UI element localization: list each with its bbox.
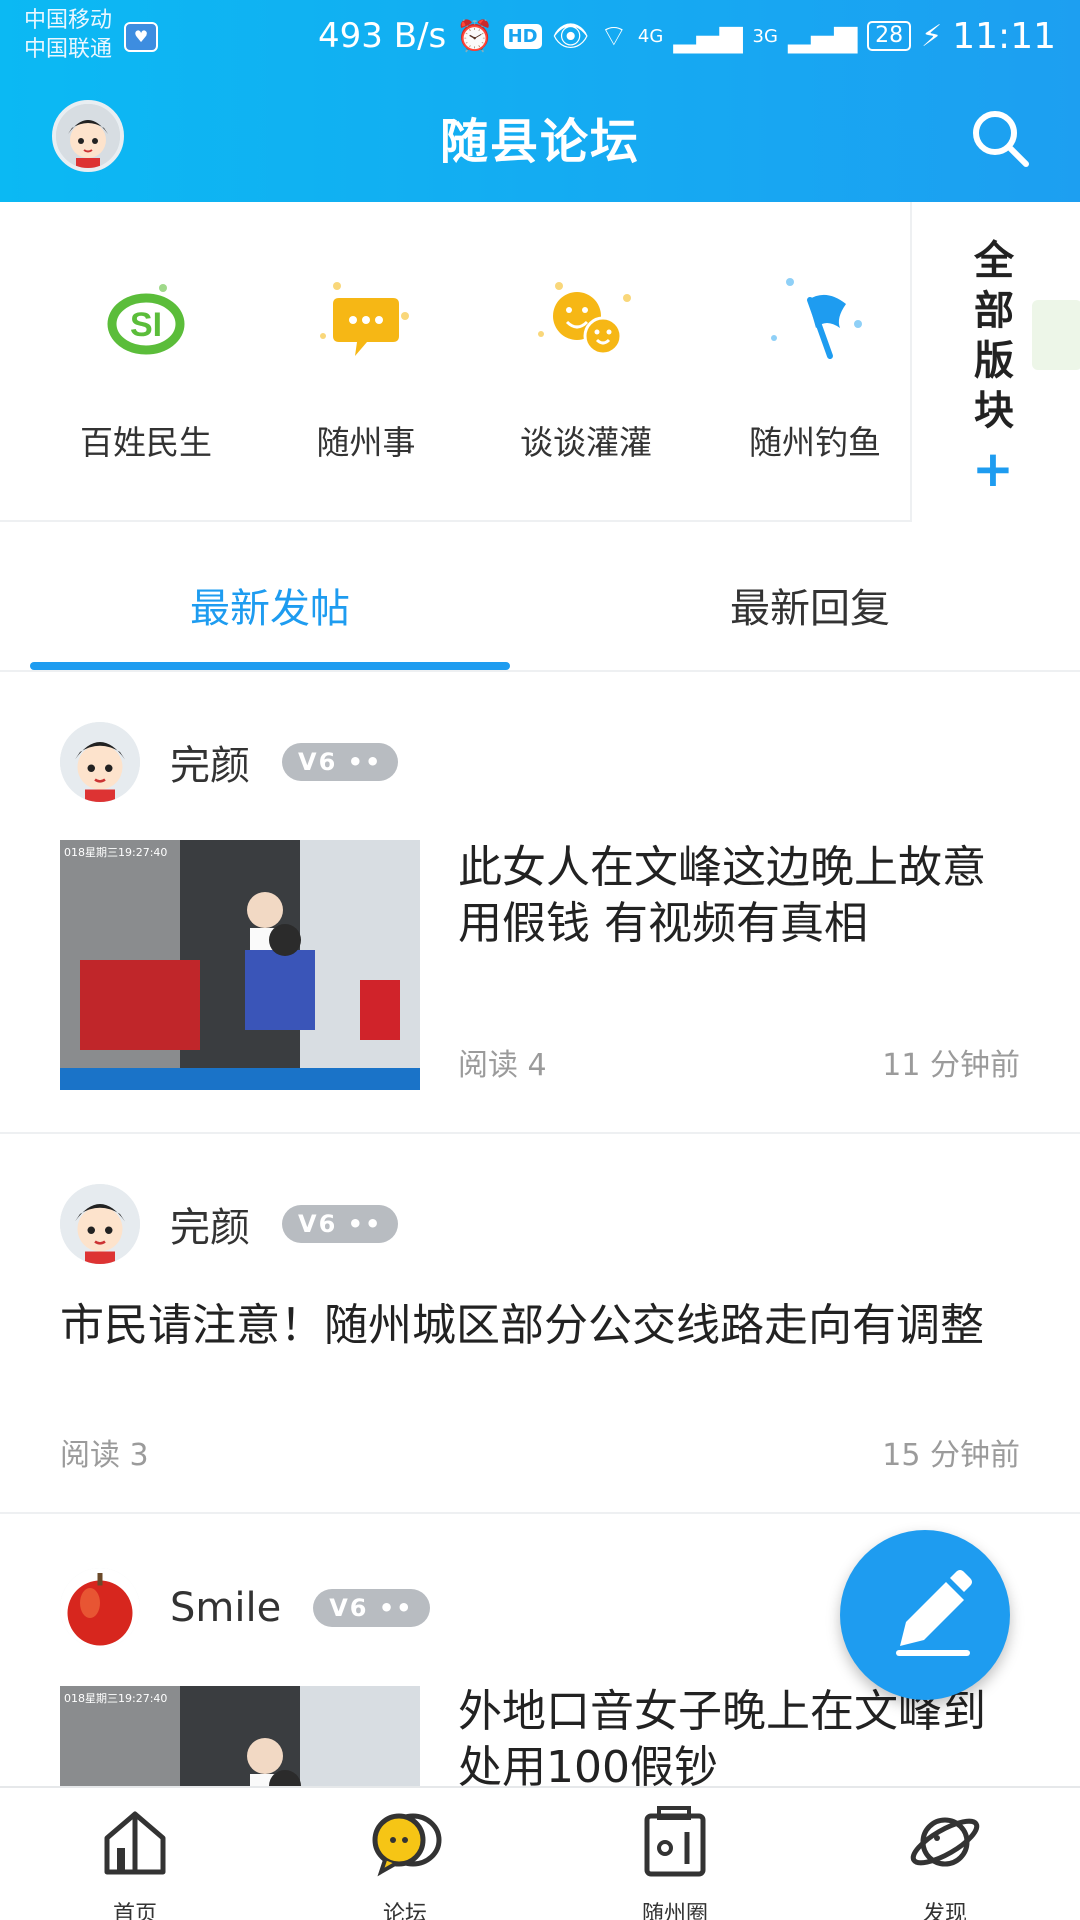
circle-icon [644, 1806, 706, 1877]
bottom-nav-label: 论坛 [382, 1902, 427, 1920]
cartoon-boy-avatar-icon [60, 1184, 140, 1264]
post-time: 15 分钟前 [882, 1438, 1020, 1473]
author-row: Smile V6 •• [60, 1568, 430, 1648]
carrier-2: 中国联通 [24, 37, 113, 62]
search-icon[interactable] [968, 106, 1032, 170]
top-nav: 随县论坛 [0, 72, 1080, 202]
category-label: 随州钓鱼 [749, 423, 881, 462]
plus-icon: + [972, 440, 1014, 498]
bottom-nav-discover[interactable]: 发现 [810, 1802, 1080, 1920]
category-label: 百姓民生 [80, 423, 212, 462]
thumb-caption: 018星期三19:27:40 [64, 846, 167, 859]
pencil-icon [896, 1570, 972, 1656]
bottom-nav-label: 发现 [922, 1902, 967, 1920]
category-item[interactable]: 随州事 [266, 264, 466, 464]
category-label: 谈谈灌灌 [520, 423, 652, 462]
carrier-info: 中国移动 中国联通 [24, 6, 112, 64]
wifi-icon: ⌔ [599, 19, 628, 54]
thumb-caption: 018星期三19:27:40 [64, 1692, 167, 1705]
signal-4g-label: 4G [637, 25, 664, 47]
author-name[interactable]: 完颜 [170, 1195, 250, 1253]
tab-latest-replies[interactable]: 最新回复 [540, 576, 1080, 634]
post-title[interactable]: 市民请注意！随州城区部分公交线路走向有调整 [60, 1298, 1020, 1354]
compose-post-button[interactable] [840, 1530, 1010, 1700]
app-header: 中国移动 中国联通 ♥ 493 B/s ⏰ HD 👁 ⌔ 4G ▂▄▆ 3G ▂… [0, 0, 1080, 202]
heart-badge-icon: ♥ [124, 22, 158, 52]
level-badge: V6 •• [282, 1205, 399, 1243]
feed-tabs: 最新发帖 最新回复 [0, 522, 1080, 672]
read-count: 阅读 4 [458, 1048, 547, 1083]
bottom-nav-label: 随州圈 [641, 1902, 708, 1920]
signal-3g-label: 3G [752, 25, 778, 47]
social-security-icon: SI [91, 264, 201, 374]
bottom-nav-home[interactable]: 首页 [0, 1802, 270, 1920]
level-badge: V6 •• [313, 1589, 430, 1627]
author-name[interactable]: 完颜 [170, 733, 250, 791]
category-label: 随州事 [316, 423, 416, 462]
bottom-nav-forum[interactable]: 论坛 [270, 1802, 540, 1920]
svg-text:SI: SI [130, 306, 162, 344]
category-item[interactable]: SI 百姓民生 [46, 264, 246, 464]
page-title: 随县论坛 [439, 114, 640, 170]
smiley-faces-icon [531, 264, 641, 374]
post-card[interactable]: 完颜 V6 •• 018星期三19:27:40 此女人在文峰这边晚上故意用假钱 … [0, 672, 1080, 1132]
net-speed: 493 B/s [318, 16, 447, 56]
post-thumbnail[interactable]: 018星期三19:27:40 [60, 1686, 420, 1786]
hd-icon: HD [503, 23, 542, 49]
category-item[interactable]: 随州钓鱼 [715, 264, 915, 464]
signal-icon: ▂▄▆ [673, 18, 743, 54]
author-row: 完颜 V6 •• [60, 1184, 399, 1264]
post-thumbnail[interactable]: 018星期三19:27:40 [60, 840, 420, 1090]
all-blocks-button[interactable]: 全部版块 + [910, 202, 1080, 522]
bottom-nav-label: 首页 [112, 1902, 157, 1920]
cctv-video-frame: 018星期三19:27:40 [60, 840, 420, 1090]
bottom-nav: 首页 论坛 随州圈 发现 [0, 1786, 1080, 1920]
category-item[interactable]: 谈谈灌灌 [486, 264, 686, 464]
author-row: 完颜 V6 •• [60, 722, 399, 802]
battery-icon: 28 [867, 21, 912, 51]
planet-icon [910, 1817, 980, 1867]
post-title[interactable]: 此女人在文峰这边晚上故意用假钱 有视频有真相 [458, 840, 1018, 952]
eye-icon: 👁 [551, 18, 590, 54]
hidden-category-peek [1032, 300, 1080, 370]
chat-bubble-icon [311, 264, 421, 374]
clock: 11:11 [952, 15, 1056, 57]
tab-latest-posts[interactable]: 最新发帖 [0, 576, 540, 634]
flag-icon [760, 264, 870, 374]
forum-icon [372, 1813, 442, 1877]
level-badge: V6 •• [282, 743, 399, 781]
avatar[interactable] [60, 722, 140, 802]
active-tab-indicator [30, 662, 510, 670]
bottom-nav-circle[interactable]: 随州圈 [540, 1802, 810, 1920]
apple-avatar-icon [60, 1568, 140, 1648]
read-count: 阅读 3 [60, 1438, 149, 1473]
author-name[interactable]: Smile [170, 1585, 281, 1631]
avatar[interactable] [60, 1184, 140, 1264]
post-card[interactable]: 完颜 V6 •• 市民请注意！随州城区部分公交线路走向有调整 阅读 3 15 分… [0, 1134, 1080, 1514]
status-right: 493 B/s ⏰ HD 👁 ⌔ 4G ▂▄▆ 3G ▂▄▆ 28 ⚡ 11:1… [318, 12, 1056, 60]
all-blocks-label: 全部版块 [974, 238, 1014, 434]
category-strip: SI 百姓民生 随州事 谈谈灌灌 随州钓鱼 全部版块 + [0, 202, 1080, 522]
alarm-icon: ⏰ [456, 18, 494, 54]
carrier-1: 中国移动 [24, 8, 113, 33]
status-bar: 中国移动 中国联通 ♥ 493 B/s ⏰ HD 👁 ⌔ 4G ▂▄▆ 3G ▂… [0, 0, 1080, 72]
cctv-video-frame: 018星期三19:27:40 [60, 1686, 420, 1786]
avatar[interactable] [60, 1568, 140, 1648]
signal-icon-2: ▂▄▆ [787, 18, 858, 54]
post-time: 11 分钟前 [882, 1048, 1020, 1083]
cartoon-boy-avatar-icon [60, 722, 140, 802]
home-icon [104, 1811, 166, 1875]
charging-icon: ⚡ [921, 18, 943, 54]
